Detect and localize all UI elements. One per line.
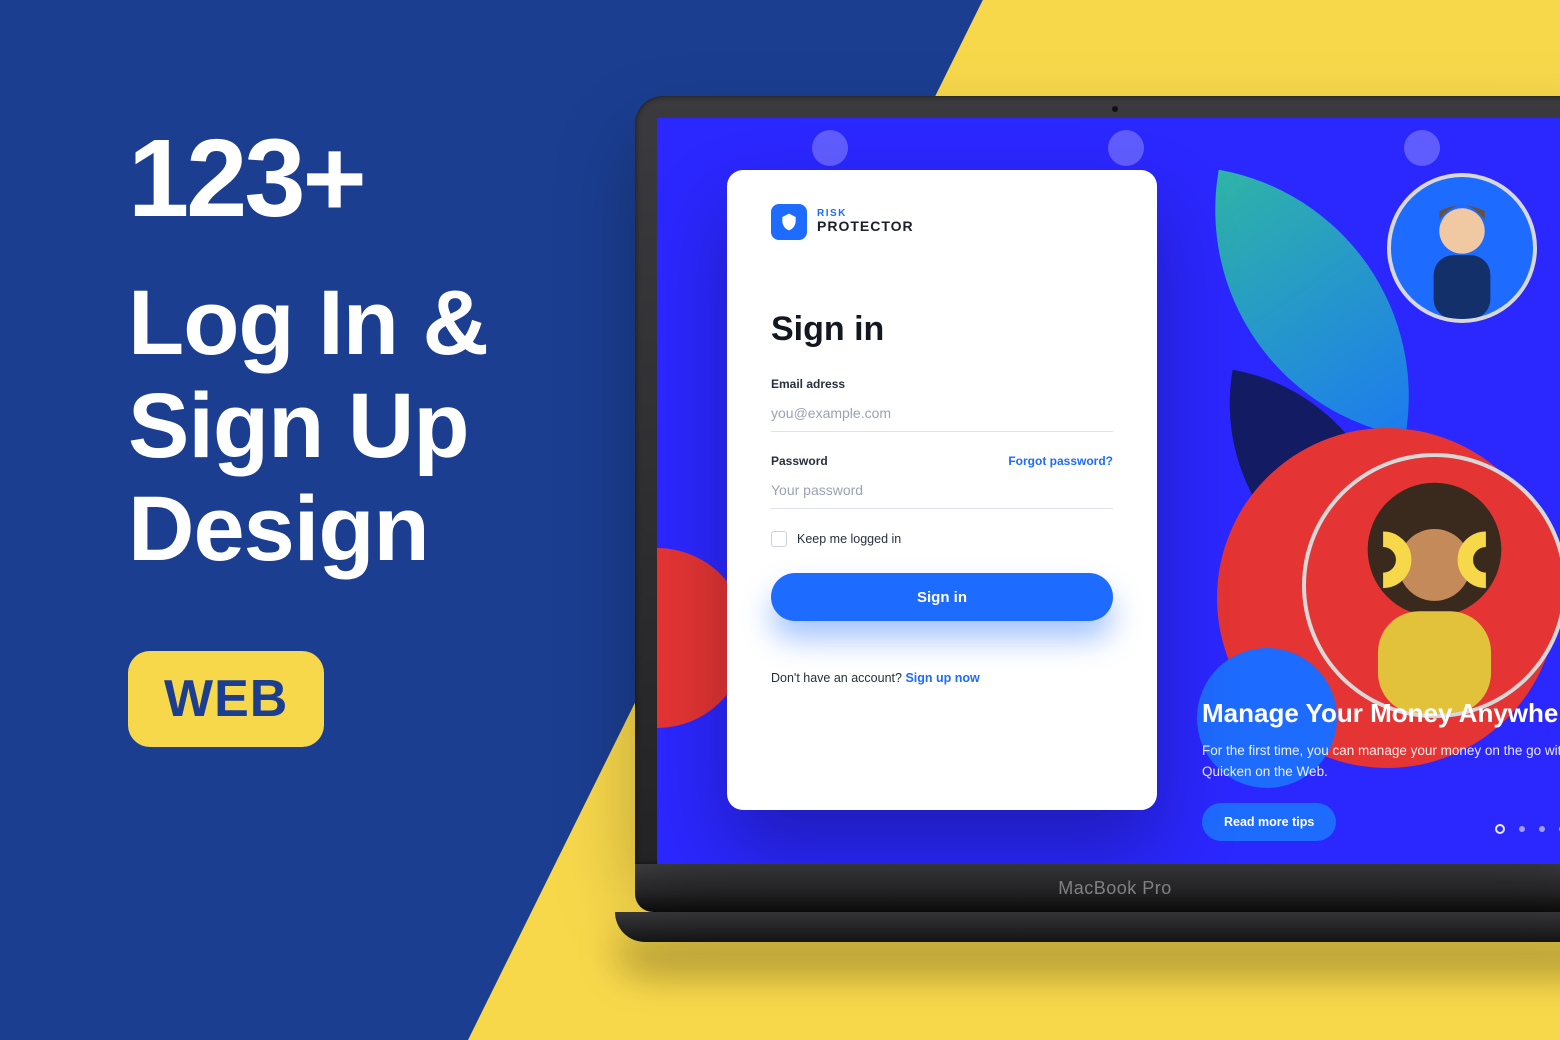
- promo-headline: Log In & Sign Up Design: [128, 272, 488, 581]
- promo-line-2: Sign Up: [128, 375, 488, 478]
- signin-card: RISK PROTECTOR Sign in Email adress: [727, 170, 1157, 810]
- password-input[interactable]: [771, 476, 1113, 509]
- promo-count: 123+: [128, 115, 488, 242]
- keep-logged-in-checkbox[interactable]: [771, 531, 787, 547]
- email-label: Email adress: [771, 377, 845, 391]
- hero-body: For the first time, you can manage your …: [1202, 741, 1560, 783]
- laptop-screen: RISK PROTECTOR Sign in Email adress: [657, 118, 1560, 864]
- brand-bottom: PROTECTOR: [817, 219, 914, 234]
- signin-title: Sign in: [771, 310, 1113, 349]
- signup-link[interactable]: Sign up now: [905, 671, 979, 685]
- brand: RISK PROTECTOR: [771, 204, 1113, 240]
- forgot-password-link[interactable]: Forgot password?: [1008, 454, 1113, 468]
- carousel-pager[interactable]: [1495, 824, 1560, 834]
- signin-button[interactable]: Sign in: [771, 573, 1113, 621]
- hero-panel: Manage Your Money Anywhere For the first…: [1157, 118, 1560, 864]
- avatar-1: [1387, 173, 1537, 323]
- pager-dot-2[interactable]: [1519, 826, 1525, 832]
- password-field-group: Password Forgot password?: [771, 454, 1113, 509]
- promo-line-3: Design: [128, 478, 488, 581]
- keep-logged-in-label: Keep me logged in: [797, 532, 901, 546]
- laptop-base: [615, 912, 1560, 942]
- promo-text-block: 123+ Log In & Sign Up Design WEB: [128, 115, 488, 747]
- pager-dot-1[interactable]: [1495, 824, 1505, 834]
- email-input[interactable]: [771, 399, 1113, 432]
- signup-text: Don't have an account?: [771, 671, 905, 685]
- signup-line: Don't have an account? Sign up now: [771, 671, 1113, 685]
- pager-dot-3[interactable]: [1539, 826, 1545, 832]
- password-label: Password: [771, 454, 828, 468]
- avatar-2: [1302, 453, 1560, 718]
- platform-badge: WEB: [128, 651, 324, 747]
- hero-text: Manage Your Money Anywhere For the first…: [1202, 698, 1560, 841]
- laptop-hinge: MacBook Pro: [635, 864, 1560, 912]
- laptop-bezel: RISK PROTECTOR Sign in Email adress: [635, 96, 1560, 864]
- promo-line-1: Log In &: [128, 272, 488, 375]
- read-more-button[interactable]: Read more tips: [1202, 803, 1336, 841]
- email-field-group: Email adress: [771, 377, 1113, 432]
- keep-logged-in[interactable]: Keep me logged in: [771, 531, 1113, 547]
- hero-title: Manage Your Money Anywhere: [1202, 698, 1560, 729]
- laptop-mockup: RISK PROTECTOR Sign in Email adress: [635, 96, 1560, 942]
- brand-text: RISK PROTECTOR: [817, 209, 914, 234]
- brand-mark-icon: [771, 204, 807, 240]
- promo-canvas: 123+ Log In & Sign Up Design WEB: [0, 0, 1560, 1040]
